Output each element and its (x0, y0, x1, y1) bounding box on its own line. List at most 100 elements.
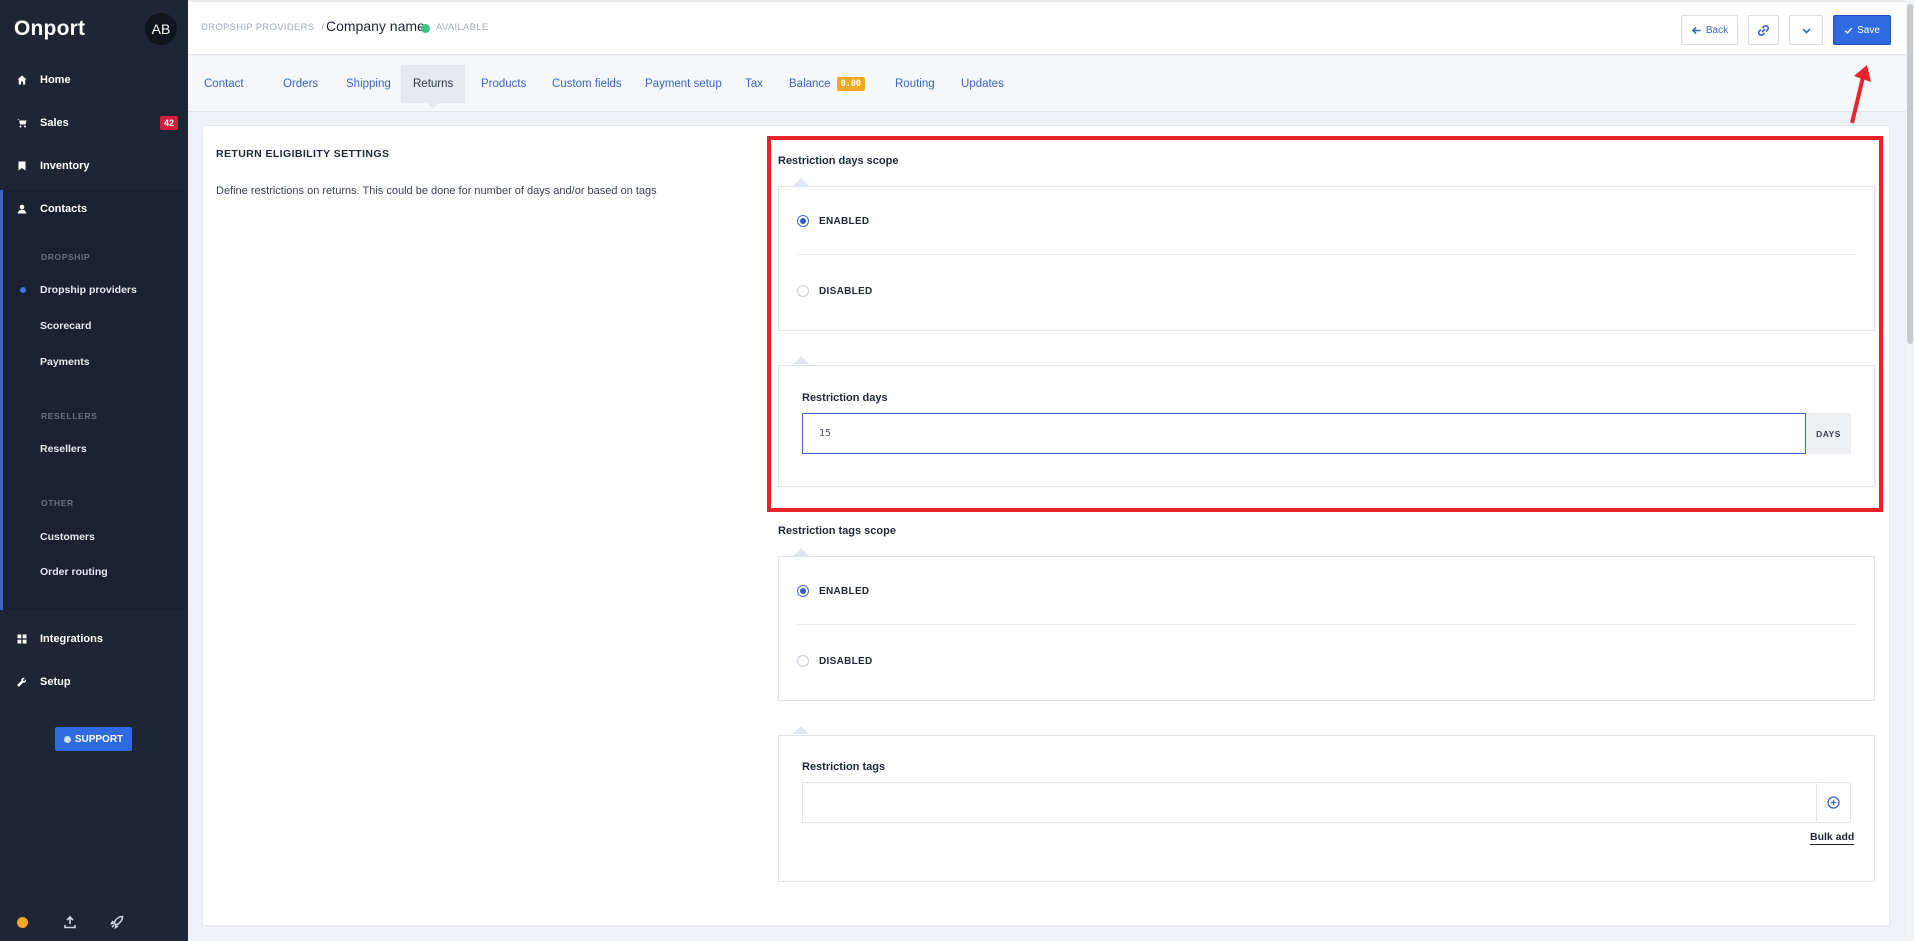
sidebar-item-scorecard[interactable]: Scorecard (40, 320, 91, 332)
tags-scope-disabled-option[interactable]: DISABLED (797, 655, 873, 667)
unlink-button[interactable] (1748, 15, 1779, 45)
tab-label: Balance (789, 78, 831, 90)
support-button[interactable]: SUPPORT (55, 727, 132, 751)
section-title: RETURN ELIGIBILITY SETTINGS (216, 148, 390, 160)
upload-icon[interactable] (63, 915, 77, 929)
add-tag-button[interactable] (1817, 782, 1851, 823)
status-badge: AVAILABLE (436, 22, 489, 33)
sidebar-item-label: Contacts (40, 203, 88, 215)
tab-balance[interactable]: Balance 0.00 (777, 65, 877, 103)
sidebar-item-resellers[interactable]: Resellers (40, 443, 87, 455)
sidebar-item-label: Integrations (40, 633, 103, 645)
tab-routing[interactable]: Routing (883, 65, 947, 103)
sidebar-item-integrations[interactable]: Integrations (0, 625, 188, 653)
breadcrumb[interactable]: DROPSHIP PROVIDERS / (201, 22, 324, 33)
sidebar-item-dropship-providers[interactable]: Dropship providers (40, 284, 137, 296)
tags-scope-title: Restriction tags scope (778, 525, 896, 537)
sidebar-item-payments[interactable]: Payments (40, 356, 90, 368)
tab-bar: Contact Orders Shipping Returns Products… (188, 56, 1914, 112)
scrollbar-thumb[interactable] (1907, 4, 1913, 344)
status-indicator (421, 24, 430, 33)
tags-scope-box (778, 556, 1875, 701)
tab-updates[interactable]: Updates (949, 65, 1016, 103)
days-scope-disabled-option[interactable]: DISABLED (797, 285, 873, 297)
breadcrumb-parent[interactable]: DROPSHIP PROVIDERS (201, 22, 314, 33)
sidebar-item-label: Sales (40, 117, 69, 129)
sidebar-item-home[interactable]: Home (0, 66, 188, 94)
tags-scope-enabled-radio[interactable] (797, 585, 809, 597)
tags-scope-enabled-option[interactable]: ENABLED (797, 585, 869, 597)
divider (797, 254, 1857, 255)
active-indicator-dot (20, 287, 26, 293)
arrow-left-icon (1691, 26, 1701, 34)
days-scope-enabled-radio[interactable] (797, 215, 809, 227)
sidebar-footer (0, 910, 188, 936)
support-button-label: SUPPORT (74, 733, 124, 745)
save-button-label: Save (1857, 24, 1880, 36)
sidebar-item-setup[interactable]: Setup (0, 668, 188, 696)
plus-circle-icon (1827, 796, 1840, 809)
section-label-other: OTHER (41, 498, 74, 508)
page-title: Company name (326, 18, 425, 34)
sidebar-item-label: Setup (40, 676, 71, 688)
section-description: Define restrictions on returns. This cou… (216, 185, 657, 197)
divider (797, 624, 1857, 625)
restriction-tags-pointer (793, 726, 809, 734)
tab-contact[interactable]: Contact (192, 65, 256, 103)
sidebar-item-customers[interactable]: Customers (40, 531, 95, 543)
rocket-icon[interactable] (109, 915, 124, 930)
days-unit-label: DAYS (1806, 413, 1851, 454)
sidebar-item-contacts[interactable]: Contacts (0, 195, 188, 223)
sidebar-item-sales[interactable]: Sales 42 (0, 109, 188, 137)
bookmark-icon (0, 161, 40, 171)
unlink-icon (1758, 24, 1769, 36)
days-scope-disabled-radio[interactable] (797, 285, 809, 297)
contacts-section (0, 190, 188, 610)
home-icon (0, 75, 40, 85)
radio-label: ENABLED (819, 215, 870, 227)
restriction-days-label: Restriction days (802, 392, 888, 404)
sidebar-item-inventory[interactable]: Inventory (0, 152, 188, 180)
tab-payment-setup[interactable]: Payment setup (633, 65, 734, 103)
tab-custom-fields[interactable]: Custom fields (540, 65, 634, 103)
section-label-resellers: RESELLERS (41, 411, 98, 421)
page-header: DROPSHIP PROVIDERS / Company name AVAILA… (188, 0, 1914, 55)
days-scope-title: Restriction days scope (778, 155, 899, 167)
tab-returns[interactable]: Returns (401, 65, 466, 109)
tab-active-indicator (427, 103, 440, 109)
balance-badge: 0.00 (836, 77, 866, 91)
section-label-dropship: DROPSHIP (41, 252, 91, 262)
brand-logo[interactable]: Onport (14, 17, 85, 41)
sidebar-item-label: Inventory (40, 160, 90, 172)
days-scope-pointer (793, 178, 809, 186)
tags-scope-disabled-radio[interactable] (797, 655, 809, 667)
check-icon (1844, 27, 1853, 34)
sidebar-item-order-routing[interactable]: Order routing (40, 566, 108, 578)
sidebar-item-label: Home (40, 74, 71, 86)
days-scope-box (778, 186, 1875, 331)
days-scope-enabled-option[interactable]: ENABLED (797, 215, 869, 227)
restriction-tags-label: Restriction tags (802, 761, 886, 773)
back-button[interactable]: Back (1681, 15, 1738, 45)
tab-tax[interactable]: Tax (733, 65, 775, 103)
status-indicator-icon[interactable] (17, 917, 28, 928)
restriction-tags-input[interactable] (802, 782, 1817, 823)
wrench-icon (0, 677, 40, 687)
sidebar: Onport AB Home Sales 42 Inventory Contac… (0, 0, 188, 941)
radio-label: ENABLED (819, 585, 870, 597)
bulk-add-link[interactable]: Bulk add (1810, 831, 1855, 845)
more-actions-dropdown[interactable] (1789, 15, 1823, 45)
tab-label: Returns (413, 78, 454, 90)
avatar[interactable]: AB (145, 13, 177, 45)
grid-icon (0, 634, 40, 644)
radio-label: DISABLED (819, 655, 873, 667)
cart-icon (0, 118, 40, 128)
tab-orders[interactable]: Orders (271, 65, 330, 103)
breadcrumb-separator: / (321, 22, 325, 33)
tab-shipping[interactable]: Shipping (334, 65, 403, 103)
save-button[interactable]: Save (1833, 15, 1891, 45)
tags-scope-pointer (793, 548, 809, 556)
restriction-days-input[interactable]: 15 (802, 413, 1806, 454)
user-icon (0, 204, 40, 214)
tab-products[interactable]: Products (469, 65, 538, 103)
